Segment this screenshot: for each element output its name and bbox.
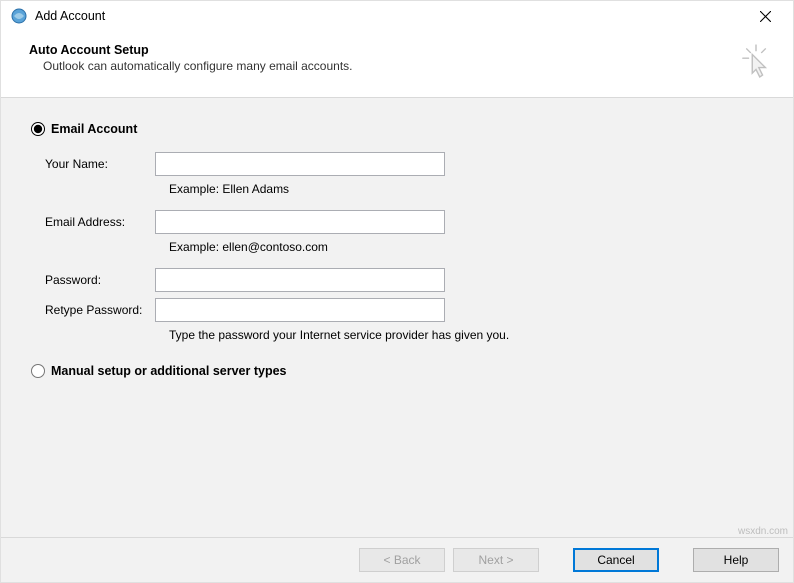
- email-address-hint: Example: ellen@contoso.com: [169, 240, 763, 254]
- wizard-body: Email Account Your Name: Example: Ellen …: [1, 98, 793, 537]
- radio-email-account[interactable]: [31, 122, 45, 136]
- retype-password-input[interactable]: [155, 298, 445, 322]
- radio-manual-setup-row: Manual setup or additional server types: [31, 364, 763, 378]
- your-name-label: Your Name:: [45, 157, 155, 171]
- radio-manual-setup[interactable]: [31, 364, 45, 378]
- password-hint: Type the password your Internet service …: [169, 328, 763, 342]
- wizard-footer: < Back Next > Cancel Help: [1, 537, 793, 582]
- cursor-wizard-icon: [741, 43, 771, 79]
- next-button[interactable]: Next >: [453, 548, 539, 572]
- radio-email-account-row: Email Account: [31, 122, 763, 136]
- radio-email-account-label: Email Account: [51, 122, 137, 136]
- header-subtitle: Outlook can automatically configure many…: [43, 59, 741, 73]
- add-account-dialog: Add Account Auto Account Setup Outlook c…: [0, 0, 794, 583]
- help-button[interactable]: Help: [693, 548, 779, 572]
- cancel-button[interactable]: Cancel: [573, 548, 659, 572]
- back-button[interactable]: < Back: [359, 548, 445, 572]
- email-address-label: Email Address:: [45, 215, 155, 229]
- radio-manual-setup-label: Manual setup or additional server types: [51, 364, 286, 378]
- retype-password-label: Retype Password:: [45, 303, 155, 317]
- app-icon: [11, 8, 27, 24]
- header-title: Auto Account Setup: [29, 43, 741, 57]
- wizard-header: Auto Account Setup Outlook can automatic…: [1, 31, 793, 98]
- dialog-title: Add Account: [35, 9, 105, 23]
- titlebar: Add Account: [1, 1, 793, 31]
- your-name-hint: Example: Ellen Adams: [169, 182, 763, 196]
- email-address-input[interactable]: [155, 210, 445, 234]
- watermark: wsxdn.com: [738, 526, 788, 537]
- password-label: Password:: [45, 273, 155, 287]
- password-input[interactable]: [155, 268, 445, 292]
- close-button[interactable]: [745, 2, 785, 30]
- your-name-input[interactable]: [155, 152, 445, 176]
- close-icon: [760, 11, 771, 22]
- email-account-form: Your Name: Example: Ellen Adams Email Ad…: [45, 152, 763, 342]
